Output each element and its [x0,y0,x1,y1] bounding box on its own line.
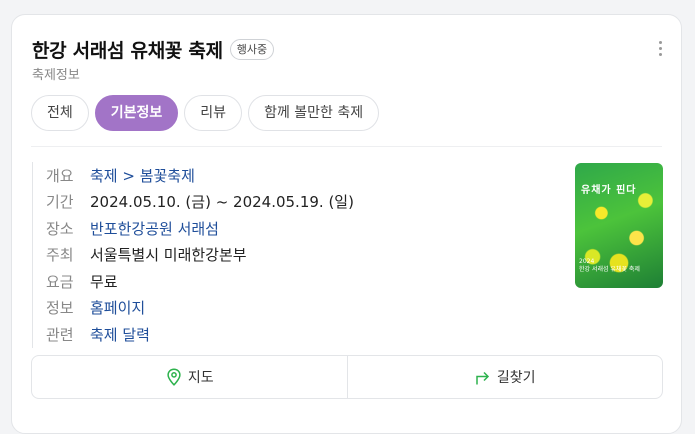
poster-desc: 2024 한강 서래섬 유채꽃 축제 [579,258,640,274]
info-row-period: 기간 2024.05.10. (금) ~ 2024.05.19. (일) [46,189,552,216]
more-options-icon[interactable] [659,41,663,56]
divider [31,146,662,147]
map-pin-icon [165,368,183,386]
host-value: 서울특별시 미래한강본부 [90,246,247,265]
directions-label: 길찾기 [496,370,536,386]
status-badge: 행사중 [229,39,275,60]
info-label: 관련 [46,325,74,344]
tab-related-festivals[interactable]: 함께 볼만한 축제 [248,95,380,131]
poster-desc-name: 한강 서래섬 유채꽃 축제 [579,266,640,273]
page-title[interactable]: 한강 서래섬 유채꽃 축제 [32,36,223,63]
map-label: 지도 [187,370,214,386]
poster-desc-year: 2024 [579,258,595,265]
info-row-overview: 개요 축제 > 봄꽃축제 [46,162,552,189]
homepage-link[interactable]: 홈페이지 [90,297,145,318]
poster-title: 유채가 핀다 [581,185,637,196]
festival-poster[interactable]: 유채가 핀다 2024 한강 서래섬 유채꽃 축제 [575,163,663,288]
info-row-host: 주최 서울특별시 미래한강본부 [46,242,552,269]
info-label: 장소 [46,219,74,238]
action-bar: 지도 길찾기 [31,355,663,399]
period-value: 2024.05.10. (금) ~ 2024.05.19. (일) [90,193,354,212]
info-row-related: 관련 축제 달력 [46,321,552,348]
info-label: 주최 [46,246,74,265]
tab-bar: 전체 기본정보 리뷰 함께 볼만한 축제 [31,95,380,131]
tab-reviews[interactable]: 리뷰 [184,95,243,131]
place-link[interactable]: 반포한강공원 서래섬 [90,218,219,239]
festival-calendar-link[interactable]: 축제 달력 [90,324,150,345]
title-row: 한강 서래섬 유채꽃 축제 행사중 [32,36,275,63]
directions-arrow-icon [474,368,492,386]
directions-button[interactable]: 길찾기 [346,356,663,398]
category-link[interactable]: 축제 > 봄꽃축제 [90,165,195,186]
tab-basic-info[interactable]: 기본정보 [94,95,179,131]
info-label: 정보 [46,299,74,318]
tab-all[interactable]: 전체 [31,95,89,131]
map-button[interactable]: 지도 [32,356,347,398]
info-row-website: 정보 홈페이지 [46,295,552,322]
info-row-fee: 요금 무료 [46,268,552,295]
info-label: 기간 [46,193,74,212]
category-subtitle: 축제정보 [32,68,80,83]
festival-card: 한강 서래섬 유채꽃 축제 행사중 축제정보 전체 기본정보 리뷰 함께 볼만한… [11,14,682,434]
info-label: 개요 [46,166,74,185]
info-row-place: 장소 반포한강공원 서래섬 [46,215,552,242]
info-label: 요금 [46,272,74,291]
info-list: 개요 축제 > 봄꽃축제 기간 2024.05.10. (금) ~ 2024.0… [32,162,552,348]
fee-value: 무료 [90,272,118,291]
